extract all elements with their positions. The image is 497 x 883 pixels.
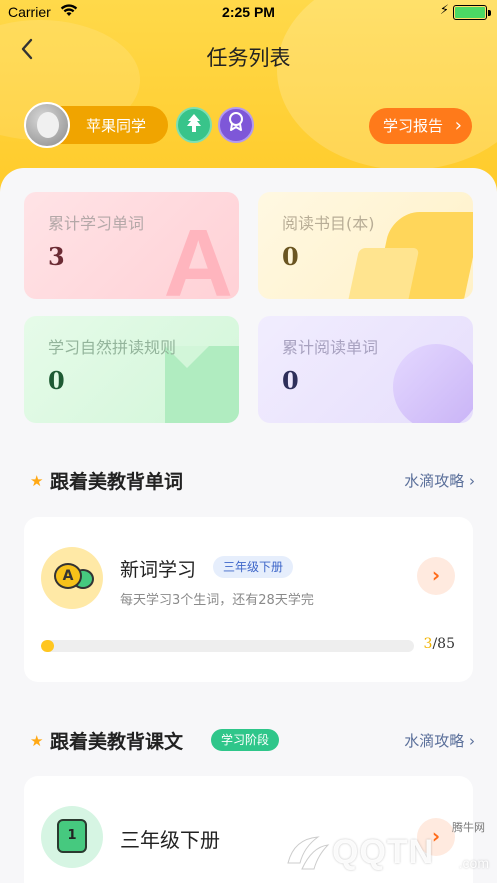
stat-value: 0 — [48, 366, 65, 395]
strategy-link-label: 水滴攻略 — [404, 732, 465, 750]
grade-tag: 三年级下册 — [213, 556, 294, 578]
watermark-suffix: .com — [458, 855, 489, 871]
strategy-link[interactable]: 水滴攻略 › — [404, 470, 475, 491]
charging-icon: ⚡ — [439, 3, 449, 18]
watermark-logo-icon — [284, 833, 330, 873]
circle-decoration — [393, 344, 473, 423]
progress-text: 3/85 — [424, 636, 455, 652]
card-title: 新词学习 — [120, 559, 197, 581]
battery-tip — [488, 10, 491, 16]
medal-badge-icon[interactable] — [218, 107, 254, 143]
stat-card-words-read[interactable]: 累计阅读单词 0 — [258, 316, 473, 423]
user-name: 苹果同学 — [86, 117, 147, 135]
stat-card-phonics-rules[interactable]: 学习自然拼读规则 0 — [24, 316, 239, 423]
strategy-link-label: 水滴攻略 — [404, 472, 465, 490]
chevron-right-icon[interactable]: › — [417, 557, 455, 595]
stat-card-books-read[interactable]: 阅读书目(本) 0 — [258, 192, 473, 299]
section-header-words: ★ 跟着美教背单词 水滴攻略 › — [30, 467, 475, 497]
book-shape: 1 — [57, 819, 87, 853]
clock: 2:25 PM — [222, 4, 275, 20]
star-icon: ★ — [30, 732, 44, 750]
chevron-right-icon: › — [454, 115, 462, 136]
stat-card-words-learned[interactable]: A 累计学习单词 3 — [24, 192, 239, 299]
study-report-label: 学习报告 — [383, 117, 444, 135]
stat-value: 0 — [282, 242, 299, 271]
stat-label: 学习自然拼读规则 — [48, 338, 177, 357]
bubble-shape: A — [54, 563, 82, 589]
section-header-texts: ★ 跟着美教背课文 学习阶段 水滴攻略 › — [30, 727, 475, 757]
tree-badge-icon[interactable] — [176, 107, 212, 143]
study-report-button[interactable]: 学习报告 › — [369, 108, 472, 144]
stat-value: 0 — [282, 366, 299, 395]
book-icon: 1 — [41, 806, 103, 868]
section-title: 跟着美教背课文 — [50, 731, 184, 753]
page-title: 任务列表 — [206, 46, 291, 70]
book-decoration — [346, 248, 420, 299]
progress-fill — [41, 640, 55, 652]
avatar[interactable] — [24, 102, 70, 148]
header-decoration — [277, 0, 497, 170]
stat-label: 阅读书目(本) — [282, 214, 375, 233]
battery-icon — [453, 5, 487, 20]
stat-value: 3 — [48, 242, 65, 271]
progress-total: /85 — [432, 636, 455, 652]
strategy-link[interactable]: 水滴攻略 › — [404, 730, 475, 751]
new-words-card[interactable]: A 新词学习 三年级下册 每天学习3个生词，还有28天学完 › 3/85 — [24, 517, 473, 682]
card-subtitle: 每天学习3个生词，还有28天学完 — [120, 593, 314, 608]
letter-a-decoration: A — [163, 210, 233, 300]
card-title: 三年级下册 — [120, 828, 220, 852]
watermark-site: 腾牛网 — [452, 821, 485, 834]
section-title: 跟着美教背单词 — [50, 471, 184, 493]
progress-bar — [41, 640, 414, 652]
nav-bar: 任务列表 — [0, 30, 497, 78]
watermark: 腾牛网 QQTN .com — [284, 819, 489, 875]
stage-tag: 学习阶段 — [211, 729, 280, 751]
stat-label: 累计学习单词 — [48, 214, 145, 233]
watermark-brand: QQTN — [332, 833, 435, 871]
stat-label: 累计阅读单词 — [282, 338, 379, 357]
status-bar: Carrier 2:25 PM ⚡ — [0, 0, 497, 24]
chat-bubble-icon: A — [41, 547, 103, 609]
star-icon: ★ — [30, 472, 44, 490]
